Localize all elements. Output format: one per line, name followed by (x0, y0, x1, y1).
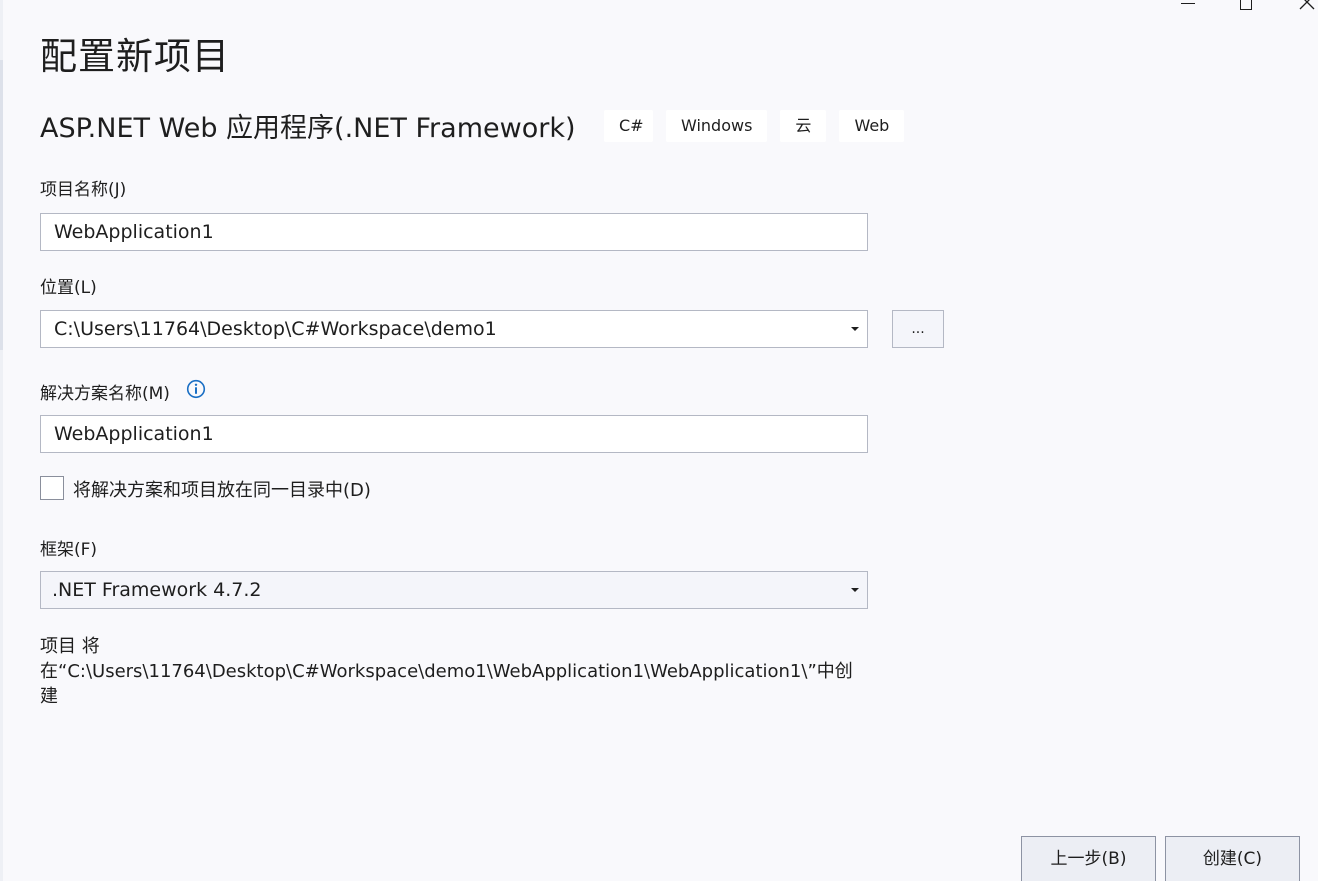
create-button[interactable]: 创建(C) (1165, 836, 1300, 881)
minimize-button[interactable] (1176, 0, 1200, 16)
minimize-icon (1181, 3, 1195, 4)
location-label: 位置(L) (40, 278, 97, 298)
location-combobox[interactable]: C:\Users\11764\Desktop\C#Workspace\demo1 (40, 310, 868, 348)
chevron-down-icon[interactable] (851, 327, 859, 331)
tag-web: Web (839, 110, 905, 142)
configure-project-dialog: 配置新项目 ASP.NET Web 应用程序(.NET Framework) C… (0, 0, 1318, 881)
framework-value: .NET Framework 4.7.2 (52, 579, 262, 601)
framework-label: 框架(F) (40, 540, 98, 560)
maximize-icon (1240, 0, 1252, 10)
project-name-label: 项目名称(J) (40, 180, 127, 200)
left-edge-scroll-mark (0, 60, 3, 350)
tag-language: C# (604, 110, 653, 142)
browse-location-button[interactable]: ... (892, 310, 944, 348)
project-type-tags: C# Windows 云 Web (604, 110, 905, 142)
maximize-button[interactable] (1235, 0, 1259, 16)
tag-platform: Windows (666, 110, 768, 142)
solution-name-label: 解决方案名称(M) (40, 384, 170, 404)
info-icon[interactable] (186, 379, 206, 399)
solution-name-input[interactable]: WebApplication1 (40, 415, 868, 453)
back-button[interactable]: 上一步(B) (1021, 836, 1156, 881)
framework-combobox[interactable]: .NET Framework 4.7.2 (40, 571, 868, 609)
location-value: C:\Users\11764\Desktop\C#Workspace\demo1 (54, 318, 497, 340)
project-type-name: ASP.NET Web 应用程序(.NET Framework) (40, 113, 576, 144)
chevron-down-icon[interactable] (851, 588, 859, 592)
close-icon (1299, 0, 1315, 10)
project-name-input[interactable]: WebApplication1 (40, 213, 868, 251)
page-title: 配置新项目 (40, 35, 230, 78)
same-directory-checkbox[interactable] (40, 476, 64, 500)
same-directory-label[interactable]: 将解决方案和项目放在同一目录中(D) (73, 476, 371, 502)
tag-cloud: 云 (780, 110, 827, 142)
project-path-note: 项目 将在“C:\Users\11764\Desktop\C#Workspace… (40, 636, 853, 707)
close-button[interactable] (1294, 0, 1318, 16)
